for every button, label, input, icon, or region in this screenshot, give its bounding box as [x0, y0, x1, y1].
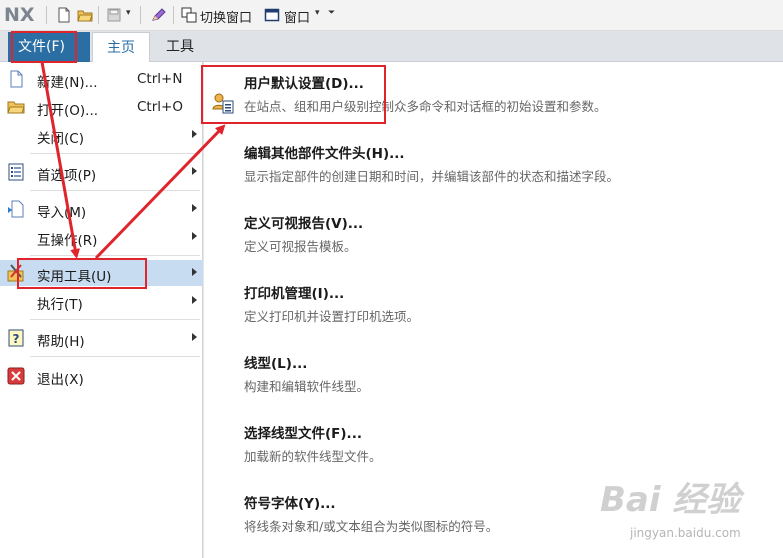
- annotation-box-user-defaults: [201, 65, 386, 124]
- toolbar-separator: [46, 6, 47, 24]
- menu-item-preferences[interactable]: 首选项(P): [0, 159, 203, 185]
- tab-home[interactable]: 主页: [92, 32, 150, 63]
- submenu-arrow-icon: [192, 333, 197, 341]
- chevron-down-icon[interactable]: ▾: [315, 8, 320, 18]
- annotation-box-file-tab: [11, 31, 77, 63]
- menu-item-label: 首选项(P): [37, 168, 97, 184]
- menu-item-open[interactable]: 打开(O)... Ctrl+O: [0, 94, 203, 120]
- shortcut-label: Ctrl+O: [137, 99, 183, 115]
- menu-item-close[interactable]: 关闭(C): [0, 122, 203, 148]
- import-icon: [8, 200, 24, 218]
- menu-divider: [30, 356, 200, 357]
- submenu-arrow-icon: [192, 296, 197, 304]
- submenu-item-visual-report[interactable]: 定义可视报告(V)... 定义可视报告模板。: [204, 212, 774, 272]
- watermark-brand: Bai 经验: [600, 480, 741, 520]
- submenu-item-title: 选择线型文件(F)...: [244, 426, 362, 442]
- menu-item-label: 退出(X): [37, 372, 84, 388]
- menu-divider: [30, 153, 200, 154]
- submenu-item-description: 定义打印机并设置打印机选项。: [244, 309, 420, 324]
- menu-item-label: 打开(O)...: [37, 103, 99, 119]
- window-icon[interactable]: [264, 7, 280, 23]
- svg-text:?: ?: [13, 332, 20, 346]
- menu-item-label: 导入(M): [37, 205, 87, 221]
- submenu-arrow-icon: [192, 167, 197, 175]
- new-file-icon: [10, 70, 23, 88]
- preferences-icon: [8, 163, 24, 181]
- submenu-item-title: 打印机管理(I)...: [244, 286, 345, 302]
- switch-window-button[interactable]: 切换窗口: [200, 7, 252, 26]
- submenu-item-title: 编辑其他部件文件头(H)...: [244, 146, 405, 162]
- customize-toolbar-icon[interactable]: ⏷: [328, 8, 335, 18]
- submenu-item-description: 构建和编辑软件线型。: [244, 379, 370, 394]
- submenu-item-description: 定义可视报告模板。: [244, 239, 357, 254]
- quick-access-toolbar: NX ▾ 切换窗口 窗口 ▾ ⏷: [0, 0, 783, 31]
- ribbon-tab-strip: 文件(F) 主页 工具: [0, 31, 783, 63]
- save-icon[interactable]: [106, 7, 122, 23]
- help-icon: ?: [8, 329, 24, 347]
- menu-divider: [30, 190, 200, 191]
- watermark: Bai 经验 jingyan.baidu.com: [600, 462, 780, 558]
- menu-item-execute[interactable]: 执行(T): [0, 288, 203, 314]
- menu-item-exit[interactable]: 退出(X): [0, 363, 203, 389]
- tab-tools[interactable]: 工具: [150, 32, 210, 62]
- submenu-item-title: 线型(L)...: [244, 356, 308, 372]
- exit-icon: [7, 367, 25, 385]
- menu-item-help[interactable]: ? 帮助(H): [0, 325, 203, 351]
- submenu-item-printer-management[interactable]: 打印机管理(I)... 定义打印机并设置打印机选项。: [204, 282, 774, 342]
- menu-item-new[interactable]: 新建(N)... Ctrl+N: [0, 66, 203, 92]
- toolbar-separator: [173, 6, 174, 24]
- submenu-arrow-icon: [192, 130, 197, 138]
- menu-item-label: 帮助(H): [37, 334, 85, 350]
- window-button[interactable]: 窗口: [284, 7, 310, 26]
- submenu-item-edit-part-header[interactable]: 编辑其他部件文件头(H)... 显示指定部件的创建日期和时间，并编辑该部件的状态…: [204, 142, 774, 202]
- menu-item-label: 执行(T): [37, 297, 83, 313]
- submenu-item-title: 定义可视报告(V)...: [244, 216, 364, 232]
- menu-item-label: 关闭(C): [37, 131, 84, 147]
- menu-divider: [30, 319, 200, 320]
- submenu-item-description: 加载新的软件线型文件。: [244, 449, 382, 464]
- toolbar-separator: [98, 6, 99, 24]
- file-menu: 新建(N)... Ctrl+N 打开(O)... Ctrl+O 关闭(C) 首选…: [0, 62, 203, 558]
- menu-divider: [30, 255, 200, 256]
- menu-item-import[interactable]: 导入(M): [0, 196, 203, 222]
- submenu-arrow-icon: [192, 268, 197, 276]
- menu-item-interoperate[interactable]: 互操作(R): [0, 224, 203, 250]
- open-folder-icon: [7, 101, 25, 114]
- annotation-box-utilities: [17, 258, 147, 289]
- shortcut-label: Ctrl+N: [137, 71, 183, 87]
- watermark-site: jingyan.baidu.com: [630, 526, 741, 540]
- toolbar-separator: [140, 6, 141, 24]
- edit-icon[interactable]: [151, 7, 167, 23]
- new-file-icon[interactable]: [56, 7, 72, 23]
- chevron-down-icon[interactable]: ▾: [126, 8, 131, 18]
- menu-item-label: 新建(N)...: [37, 75, 98, 91]
- open-folder-icon[interactable]: [77, 7, 93, 23]
- menu-item-label: 互操作(R): [37, 233, 98, 249]
- submenu-item-title: 符号字体(Y)...: [244, 496, 336, 512]
- submenu-item-description: 显示指定部件的创建日期和时间，并编辑该部件的状态和描述字段。: [244, 169, 620, 184]
- submenu-arrow-icon: [192, 204, 197, 212]
- submenu-item-line-font[interactable]: 线型(L)... 构建和编辑软件线型。: [204, 352, 774, 412]
- submenu-arrow-icon: [192, 232, 197, 240]
- nx-logo: NX: [4, 4, 35, 26]
- switch-window-icon[interactable]: [181, 7, 197, 23]
- submenu-item-description: 将线条对象和/或文本组合为类似图标的符号。: [244, 519, 499, 534]
